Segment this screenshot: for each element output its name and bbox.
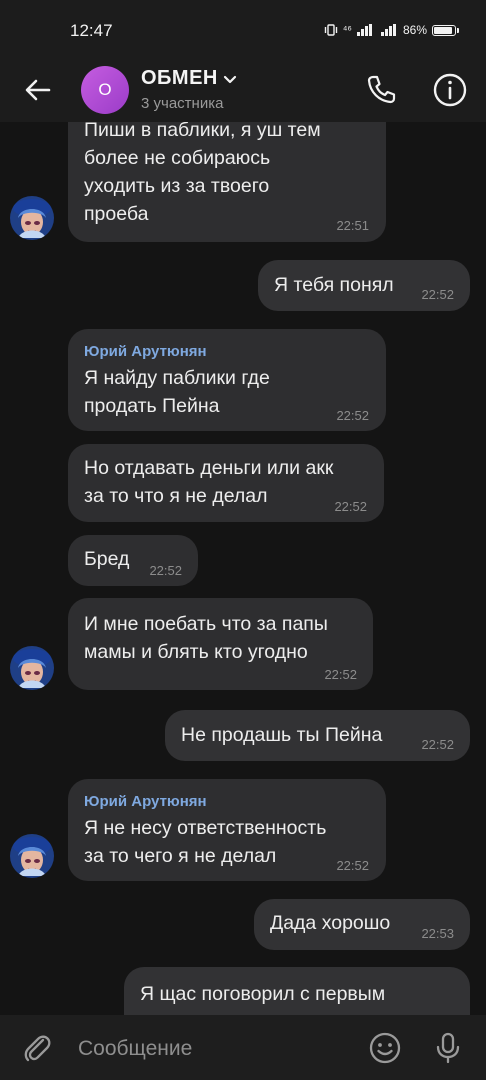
status-time: 12:47	[70, 21, 113, 40]
message-input[interactable]	[78, 1035, 358, 1063]
message-bubble[interactable]: Но отдавать деньги или акк за то что я н…	[68, 444, 384, 522]
sender-avatar[interactable]	[10, 646, 54, 690]
message-text: Дада хорошо	[270, 912, 391, 934]
sender-avatar[interactable]	[10, 834, 54, 878]
message-text: Но отдавать деньги или акк за то что я н…	[84, 457, 334, 507]
message-bubble[interactable]: И мне поебать что за папы мамы и блять к…	[68, 598, 373, 690]
message-text: Бред	[84, 548, 130, 570]
message-author: Юрий Арутюнян	[84, 793, 207, 810]
avatar-image	[10, 834, 54, 878]
emoji-icon[interactable]	[367, 1030, 403, 1066]
chat-participants: 3 участника	[141, 95, 224, 112]
microphone-icon[interactable]	[430, 1030, 466, 1066]
message-time: 22:52	[421, 737, 454, 752]
message-author: Юрий Арутюнян	[84, 343, 207, 360]
message-bubble[interactable]: Пиши в паблики, я уш тем более не собира…	[68, 122, 386, 242]
message-list[interactable]: Пиши в паблики, я уш тем более не собира…	[0, 122, 486, 1015]
battery-icon	[432, 24, 459, 36]
message-text: Я найду паблики где продать Пейна	[84, 367, 270, 417]
message-bubble[interactable]: Не продашь ты Пейна 22:52	[165, 710, 470, 761]
message-text: Пиши в паблики, я уш тем более не собира…	[84, 122, 321, 225]
avatar-image	[10, 196, 54, 240]
message-time: 22:53	[421, 926, 454, 941]
chat-title[interactable]: ОБМЕН	[141, 67, 218, 90]
message-time: 22:52	[324, 667, 357, 682]
vibrate-icon	[324, 24, 337, 36]
message-time: 22:51	[336, 218, 369, 233]
message-time: 22:52	[336, 408, 369, 423]
group-avatar[interactable]: О	[81, 66, 129, 114]
signal-icon	[356, 24, 372, 36]
message-text: Я щас поговорил с первым	[140, 983, 386, 1005]
paperclip-icon[interactable]	[19, 1030, 55, 1066]
message-text: Я тебя понял	[274, 274, 394, 296]
message-bubble[interactable]: Я тебя понял 22:52	[258, 260, 470, 311]
info-icon[interactable]	[430, 70, 470, 110]
status-icons: ⁴⁶ 86%	[324, 23, 459, 37]
message-text: Не продашь ты Пейна	[181, 724, 383, 746]
message-bubble[interactable]: Юрий Арутюнян Я найду паблики где продат…	[68, 329, 386, 431]
message-composer	[0, 1015, 486, 1080]
message-time: 22:52	[149, 563, 182, 578]
signal-2-icon	[380, 24, 396, 36]
message-bubble[interactable]: Бред 22:52	[68, 535, 198, 586]
battery-percent: 86%	[402, 23, 427, 37]
chat-header: О ОБМЕН 3 участника	[0, 60, 486, 122]
message-bubble[interactable]: Я щас поговорил с первым	[124, 967, 470, 1015]
status-bar: 12:47 ⁴⁶ 86%	[0, 0, 486, 60]
avatar-image	[10, 646, 54, 690]
group-avatar-letter: О	[98, 80, 112, 99]
phone-icon[interactable]	[361, 70, 401, 110]
message-time: 22:52	[421, 287, 454, 302]
sender-avatar[interactable]	[10, 196, 54, 240]
message-bubble[interactable]: Юрий Арутюнян Я не несу ответственность …	[68, 779, 386, 881]
back-arrow-icon[interactable]	[20, 72, 56, 108]
chevron-down-icon[interactable]	[222, 73, 238, 85]
message-bubble[interactable]: Дада хорошо 22:53	[254, 899, 470, 950]
message-text: Я не несу ответственность за то чего я н…	[84, 817, 327, 867]
message-time: 22:52	[336, 858, 369, 873]
message-text: И мне поебать что за папы мамы и блять к…	[84, 613, 328, 663]
network-type: ⁴⁶	[342, 24, 352, 36]
message-time: 22:52	[334, 499, 367, 514]
